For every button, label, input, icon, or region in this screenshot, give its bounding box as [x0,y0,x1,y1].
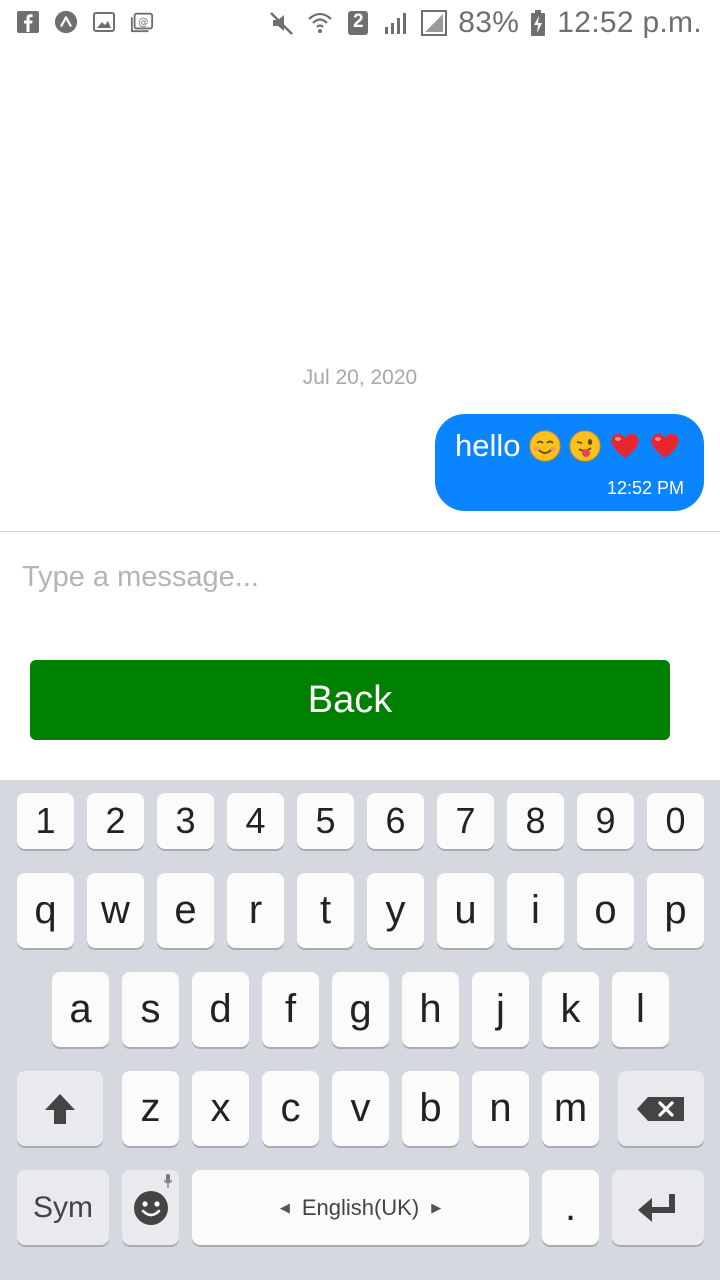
key-9[interactable]: 9 [577,793,634,849]
key-3[interactable]: 3 [157,793,214,849]
key-j[interactable]: j [472,972,529,1047]
shift-arrow-icon [45,1093,75,1124]
key-w[interactable]: w [87,873,144,948]
emoji-key[interactable] [122,1170,179,1245]
mic-icon [163,1174,173,1188]
on-screen-keyboard: 1 2 3 4 5 6 7 8 9 0 q w e r t y u i o p … [0,780,720,1280]
message-bubble[interactable]: hello 12:52 PM [435,414,704,511]
key-7[interactable]: 7 [437,793,494,849]
backspace-icon [637,1096,684,1121]
composer [0,532,720,642]
email-icon: @ [130,10,154,34]
smiley-icon [133,1190,168,1225]
key-1[interactable]: 1 [17,793,74,849]
key-q[interactable]: q [17,873,74,948]
enter-icon [638,1193,675,1222]
message-text: hello [455,428,521,463]
svg-text:@: @ [138,18,148,29]
key-h[interactable]: h [402,972,459,1047]
key-4[interactable]: 4 [227,793,284,849]
battery-percent: 83% [458,6,520,39]
key-e[interactable]: e [157,873,214,948]
facebook-icon [16,10,40,34]
key-s[interactable]: s [122,972,179,1047]
key-l[interactable]: l [612,972,669,1047]
wifi-icon [306,9,334,37]
key-b[interactable]: b [402,1071,459,1146]
enter-key[interactable] [612,1170,704,1245]
key-a[interactable]: a [52,972,109,1047]
key-o[interactable]: o [577,873,634,948]
key-5[interactable]: 5 [297,793,354,849]
key-g[interactable]: g [332,972,389,1047]
shift-key[interactable] [17,1071,103,1146]
notification-icons: @ [16,10,154,34]
clock: 12:52 p.m. [557,6,702,39]
no-signal-icon [420,9,448,37]
key-t[interactable]: t [297,873,354,948]
app-badge-icon [54,10,78,34]
mute-icon [268,9,296,37]
winking-face-tongue-emoji [569,430,600,462]
back-button[interactable]: Back [30,660,670,740]
space-key[interactable]: ◀ English(UK) ▶ [192,1170,529,1245]
key-x[interactable]: x [192,1071,249,1146]
key-z[interactable]: z [122,1071,179,1146]
date-separator: Jul 20, 2020 [302,366,418,389]
message-timestamp: 12:52 PM [606,478,684,498]
status-bar: @ 2 83% 12:52 p.m. [0,0,720,52]
key-p[interactable]: p [647,873,704,948]
key-u[interactable]: u [437,873,494,948]
key-d[interactable]: d [192,972,249,1047]
red-heart-emoji [650,433,679,458]
key-i[interactable]: i [507,873,564,948]
key-6[interactable]: 6 [367,793,424,849]
red-heart-emoji [610,433,639,458]
language-prev-icon: ◀ [279,1199,290,1215]
key-n[interactable]: n [472,1071,529,1146]
key-0[interactable]: 0 [647,793,704,849]
key-2[interactable]: 2 [87,793,144,849]
system-status: 2 83% 12:52 p.m. [268,6,702,40]
period-key[interactable]: . [542,1170,599,1245]
smiling-face-emoji [529,430,560,462]
language-next-icon: ▶ [431,1199,442,1215]
key-8[interactable]: 8 [507,793,564,849]
language-label: English(UK) [301,1194,420,1220]
sim-slot-icon: 2 [344,9,372,37]
message-content: hello [455,428,681,464]
signal-icon [382,9,410,37]
backspace-key[interactable] [618,1071,704,1146]
key-y[interactable]: y [367,873,424,948]
battery-charging-icon [529,9,547,37]
sym-key[interactable]: Sym [17,1170,109,1245]
key-r[interactable]: r [227,873,284,948]
key-f[interactable]: f [262,972,319,1047]
key-m[interactable]: m [542,1071,599,1146]
key-k[interactable]: k [542,972,599,1047]
gallery-icon [92,10,116,34]
key-v[interactable]: v [332,1071,389,1146]
message-input[interactable] [20,552,684,602]
key-c[interactable]: c [262,1071,319,1146]
